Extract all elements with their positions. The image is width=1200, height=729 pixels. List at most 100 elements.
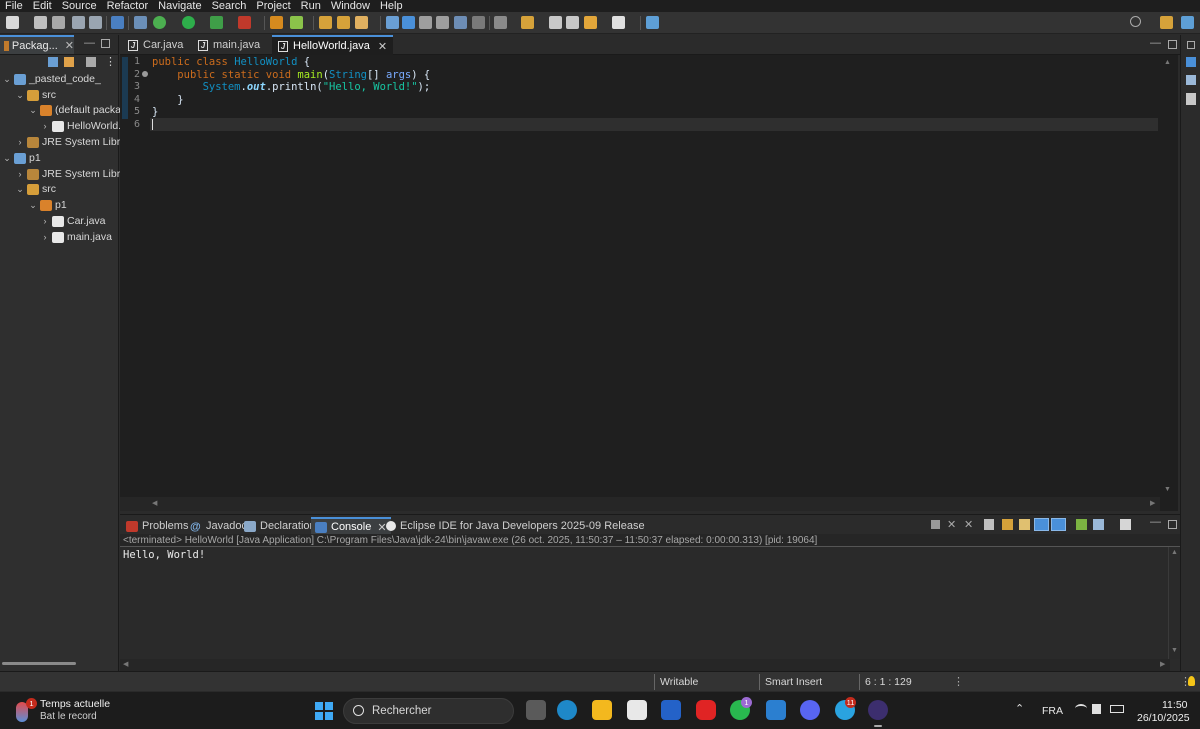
minimize-icon[interactable]: — <box>1150 516 1161 528</box>
remove-launch-icon[interactable]: ✕ <box>947 518 956 531</box>
show-whitespace-icon[interactable] <box>454 16 467 29</box>
task-view-icon[interactable] <box>526 700 546 720</box>
collapse-all-icon[interactable] <box>48 57 58 67</box>
pilcrow-icon[interactable] <box>472 16 485 29</box>
external-tools-icon[interactable] <box>238 16 251 29</box>
debug-icon[interactable] <box>153 16 166 29</box>
vscode-icon[interactable] <box>766 700 786 720</box>
filter-icon[interactable] <box>86 57 96 67</box>
menu-run[interactable]: Run <box>296 0 326 12</box>
maximize-icon[interactable] <box>101 39 110 48</box>
open-task-icon[interactable] <box>337 16 350 29</box>
scroll-up-icon[interactable]: ▲ <box>1164 59 1171 66</box>
horizontal-scrollbar[interactable] <box>2 662 76 665</box>
menu-window[interactable]: Window <box>326 0 375 12</box>
new-java-project-icon[interactable] <box>270 16 283 29</box>
chevron-right-icon[interactable]: › <box>15 169 25 179</box>
redo-icon[interactable] <box>89 16 102 29</box>
weather-title[interactable]: Temps actuelle <box>40 698 110 710</box>
tree-item-jre-library[interactable]: › JRE System Library <box>15 166 135 182</box>
save-icon[interactable] <box>34 16 47 29</box>
tree-item-project[interactable]: ⌄ _pasted_code_ <box>2 71 101 87</box>
chevron-right-icon[interactable]: › <box>40 121 50 131</box>
console-vertical-scrollbar[interactable]: ▲ ▼ <box>1168 547 1180 659</box>
close-icon[interactable]: ✕ <box>65 39 74 52</box>
menu-source[interactable]: Source <box>57 0 102 12</box>
override-marker-icon[interactable] <box>142 71 148 77</box>
edge-icon[interactable] <box>557 700 577 720</box>
view-menu-icon[interactable]: ⋮ <box>105 55 116 68</box>
tree-item-package-p1[interactable]: ⌄ p1 <box>28 197 66 213</box>
minimize-icon[interactable]: — <box>84 37 95 49</box>
menu-search[interactable]: Search <box>207 0 252 12</box>
editor-horizontal-scrollbar[interactable]: ◀ ▶ <box>120 497 1160 511</box>
search-icon[interactable] <box>1130 16 1141 27</box>
chevron-up-icon[interactable]: ⌃ <box>1015 702 1024 715</box>
task-list-icon[interactable] <box>1186 75 1196 85</box>
clock-time[interactable]: 11:50 <box>1162 699 1188 711</box>
chevron-down-icon[interactable]: ⌄ <box>2 153 12 164</box>
discord-icon[interactable] <box>800 700 820 720</box>
back-icon[interactable] <box>566 16 579 29</box>
java-perspective-icon[interactable] <box>1160 16 1173 29</box>
eclipse-icon[interactable] <box>868 700 888 720</box>
coverage-icon[interactable] <box>210 16 223 29</box>
wifi-icon[interactable] <box>1075 704 1087 713</box>
run-icon[interactable] <box>182 16 195 29</box>
scroll-left-icon[interactable]: ◀ <box>123 660 128 668</box>
tree-item-src[interactable]: ⌄ src <box>15 87 56 103</box>
file-explorer-icon[interactable] <box>592 700 612 720</box>
console-horizontal-scrollbar[interactable]: ◀ ▶ <box>120 659 1170 671</box>
chevron-down-icon[interactable]: ⌄ <box>15 90 25 101</box>
open-perspective-icon[interactable] <box>646 16 659 29</box>
tab-declaration[interactable]: Declaration <box>240 517 320 535</box>
chevron-down-icon[interactable]: ⌄ <box>28 105 38 116</box>
tree-item-src[interactable]: ⌄ src <box>15 181 56 197</box>
tree-item-helloworld[interactable]: › HelloWorld. <box>40 118 122 134</box>
tree-item-project-p1[interactable]: ⌄ p1 <box>2 150 40 166</box>
restore-icon[interactable] <box>1187 41 1195 49</box>
menu-edit[interactable]: Edit <box>28 0 57 12</box>
scroll-right-icon[interactable]: ▶ <box>1160 660 1165 668</box>
tip-bulb-icon[interactable] <box>1188 676 1195 686</box>
search-tool-icon[interactable] <box>355 16 368 29</box>
language-indicator[interactable]: FRA <box>1042 705 1063 717</box>
menu-file[interactable]: File <box>0 0 28 12</box>
chevron-right-icon[interactable]: › <box>15 137 25 147</box>
scroll-down-icon[interactable]: ▼ <box>1164 486 1171 493</box>
chevron-down-icon[interactable]: ⌄ <box>2 74 12 85</box>
prev-annotation-icon[interactable] <box>521 16 534 29</box>
youtube-icon[interactable] <box>696 700 716 720</box>
scroll-lock-icon[interactable] <box>1002 519 1013 530</box>
code-editor[interactable]: 1 2 3 4 5 6 public class HelloWorld { pu… <box>120 55 1178 511</box>
link-with-editor-icon[interactable] <box>64 57 74 67</box>
scroll-up-icon[interactable]: ▲ <box>1171 549 1178 556</box>
scroll-right-icon[interactable]: ▶ <box>1150 499 1155 507</box>
tree-item-main-java[interactable]: › main.java <box>40 229 112 245</box>
terminate-icon[interactable] <box>931 520 940 529</box>
next-annotation-icon[interactable] <box>494 16 507 29</box>
battery-icon[interactable] <box>1110 705 1124 713</box>
tab-problems[interactable]: Problems <box>122 517 192 535</box>
console-output-area[interactable]: Hello, World! ▲ ▼ <box>120 547 1180 659</box>
editor-vertical-scrollbar[interactable]: ▲ ▼ <box>1158 55 1178 511</box>
tree-item-jre-library[interactable]: › JRE System Library <box>15 134 135 150</box>
debug-perspective-icon[interactable] <box>1181 16 1194 29</box>
bookmarks-icon[interactable] <box>1186 93 1196 105</box>
terminal-icon[interactable] <box>111 16 124 29</box>
taskbar-search[interactable]: Rechercher <box>343 698 514 724</box>
undo-icon[interactable] <box>72 16 85 29</box>
show-on-error-icon[interactable] <box>1051 518 1066 531</box>
new-icon[interactable] <box>6 16 19 29</box>
windows-start-icon[interactable] <box>315 702 333 720</box>
close-icon[interactable]: ✕ <box>378 40 387 53</box>
show-on-output-icon[interactable] <box>1034 518 1049 531</box>
scroll-down-icon[interactable]: ▼ <box>1171 647 1178 654</box>
clear-console-icon[interactable] <box>984 519 994 530</box>
azure-icon[interactable] <box>661 700 681 720</box>
skip-breakpoints-icon[interactable] <box>134 16 147 29</box>
maximize-icon[interactable] <box>1168 40 1177 49</box>
outline-view-icon[interactable] <box>1186 57 1196 67</box>
volume-icon[interactable] <box>1092 704 1101 714</box>
block-selection-icon[interactable] <box>419 16 432 29</box>
